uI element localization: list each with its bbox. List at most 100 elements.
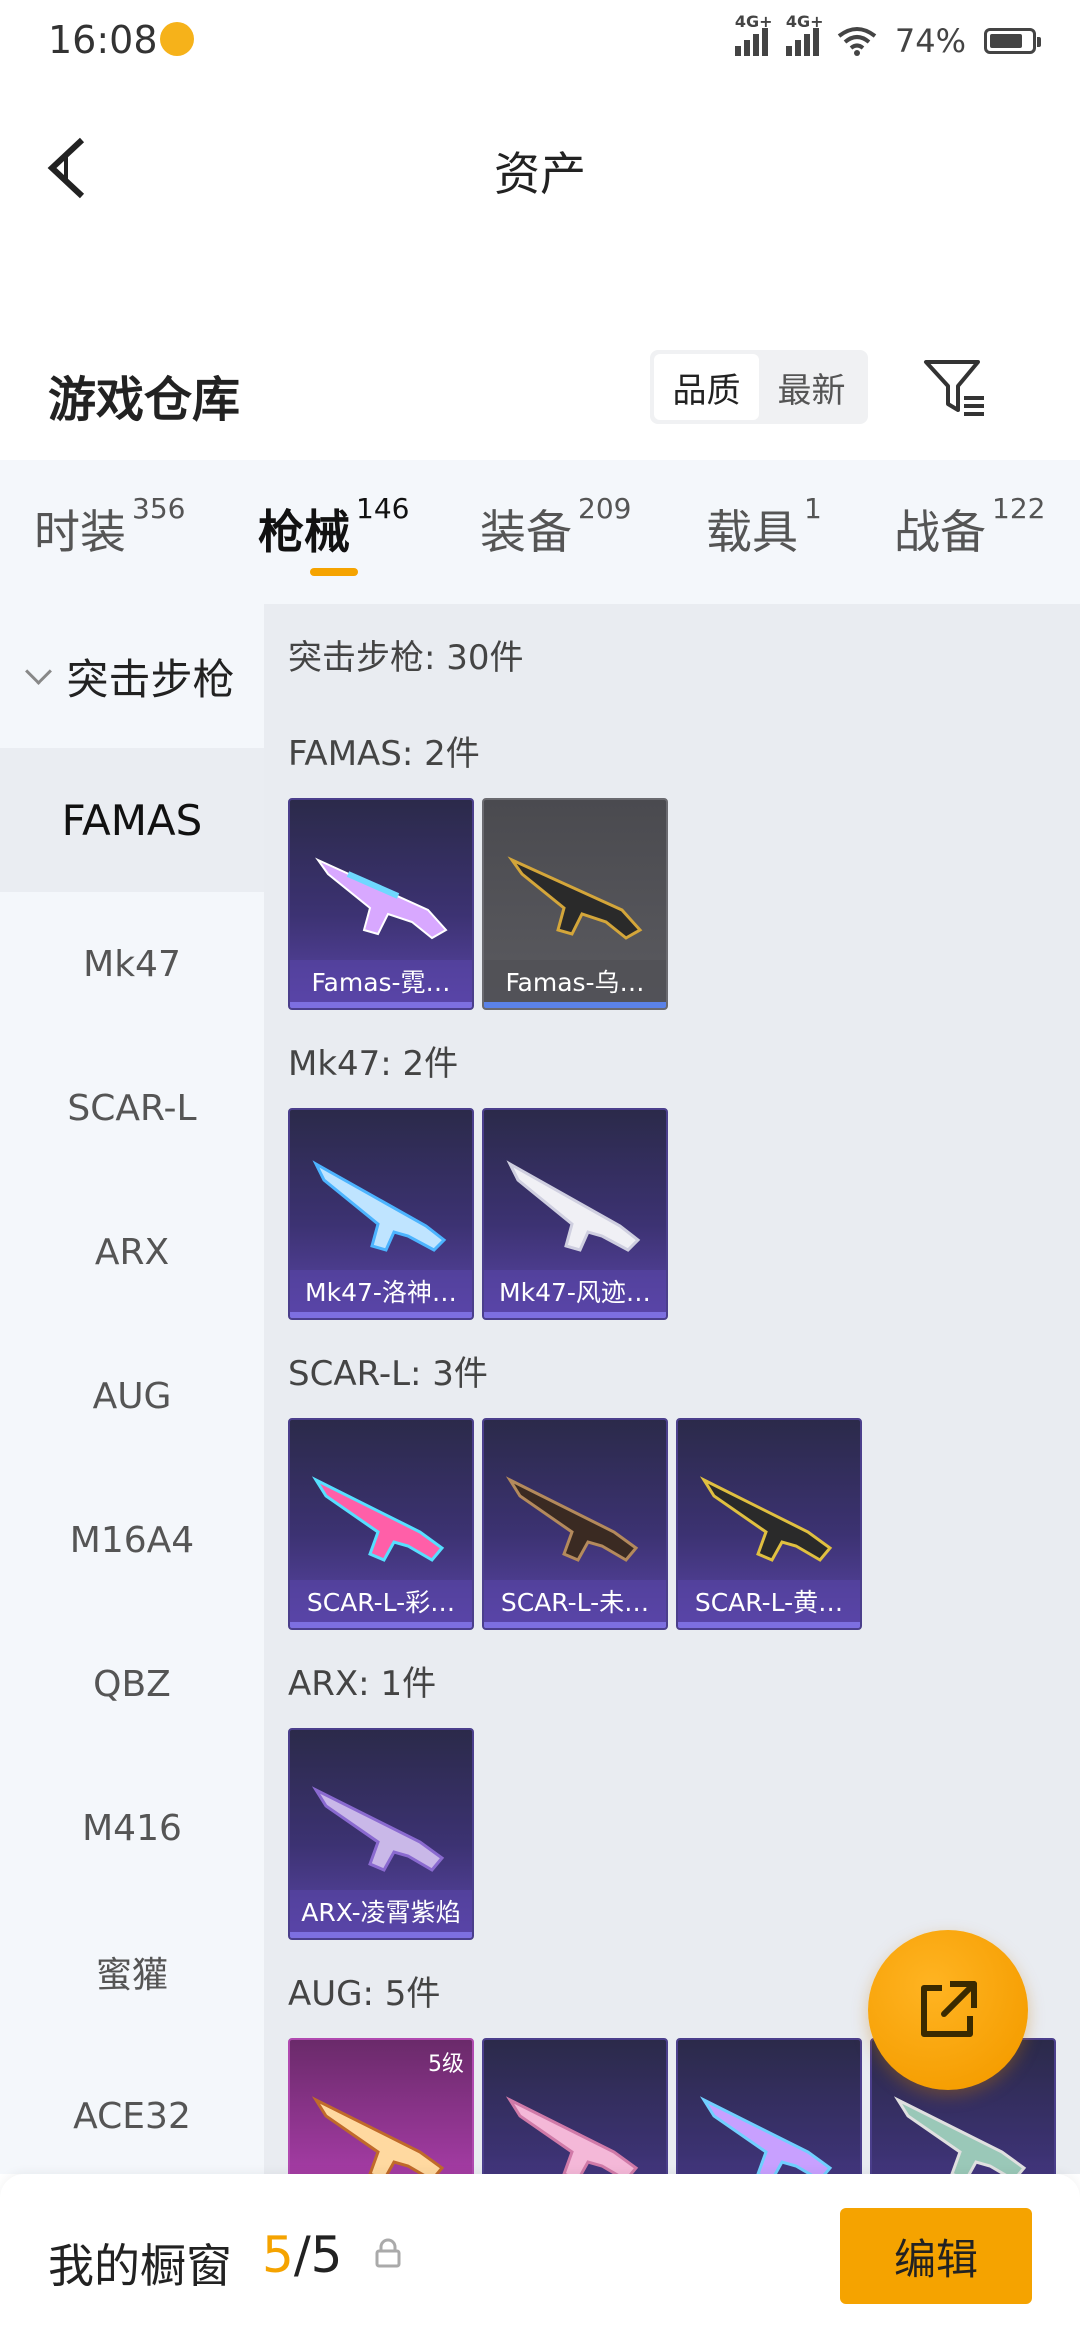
group-label-aug: AUG: 5件 [288,1974,441,2014]
tab-vehicles[interactable]: 载具 1 [706,492,822,562]
rifle-skin-image [312,1160,447,1252]
filter-icon[interactable] [920,352,990,422]
tab-label: 枪械 [258,505,350,559]
category-title: 突击步枪 [66,654,235,704]
nav-item-aug[interactable]: AUG [0,1324,264,1468]
rifle-skin-image [311,2096,445,2174]
weapon-card[interactable]: 5级 [288,2038,474,2174]
sort-newest-option[interactable]: 最新 [759,354,864,420]
weapon-name: Mk47-洛神… [290,1270,472,1312]
nav-item-famas[interactable]: FAMAS [0,748,264,892]
weapon-card[interactable]: Famas-乌… [482,798,668,1010]
rarity-bar [484,1002,666,1008]
nav-item-arx[interactable]: ARX [0,1180,264,1324]
weapon-name: Famas-乌… [484,960,666,1002]
tab-weapons[interactable]: 枪械 146 [258,492,409,562]
weapon-card[interactable]: Mk47-洛神… [288,1108,474,1320]
rarity-bar [678,1622,860,1628]
rifle-skin-image [699,1476,833,1562]
app-notification-icon [160,22,194,56]
tab-label: 载具 [706,505,798,559]
group-label-famas: FAMAS: 2件 [288,734,480,774]
section-total: 突击步枪: 30件 [288,638,524,678]
weapon-name: SCAR-L-黄… [678,1580,860,1622]
showcase-label: 我的橱窗 [48,2239,232,2293]
rifle-skin-image [506,1160,641,1252]
tab-label: 战备 [894,505,986,559]
weapon-card[interactable]: ARX-凌霄紫焰 [288,1728,474,1940]
tab-count: 356 [132,492,186,525]
group-label-mk47: Mk47: 2件 [288,1044,459,1084]
weapon-card[interactable]: Famas-霓… [288,798,474,1010]
weapon-name: SCAR-L-彩… [290,1580,472,1622]
signal-icon: 4G+ [734,12,773,56]
tab-count: 122 [992,492,1046,525]
rifle-skin-image [507,856,643,940]
tab-count: 209 [578,492,632,525]
rifle-skin-image [505,1476,639,1562]
weapon-name: SCAR-L-未… [484,1580,666,1622]
nav-item-mk47[interactable]: Mk47 [0,892,264,1036]
battery-icon [984,28,1041,54]
showcase-count-total: 5 [310,2226,343,2284]
nav-item-m16a4[interactable]: M16A4 [0,1468,264,1612]
status-bar: 16:08 4G+ 4G+ 74% [0,0,1080,84]
active-tab-indicator [310,568,358,576]
weapon-card[interactable] [676,2038,862,2174]
sort-toggle: 品质 最新 [650,350,868,424]
rarity-bar [484,1622,666,1628]
status-icons: 4G+ 4G+ 74% [734,12,1041,60]
rarity-bar [484,1312,666,1318]
nav-item-m416[interactable]: M416 [0,1756,264,1900]
signal-label: 4G+ [734,12,773,31]
tab-label: 时装 [34,505,126,559]
rarity-bar [290,1622,472,1628]
group-label-scar-l: SCAR-L: 3件 [288,1354,488,1394]
lock-icon [375,2238,401,2268]
category-tabs: 时装 356 枪械 146 装备 209 载具 1 战备 122 [0,460,1080,604]
showcase-count: 5/5 [262,2226,342,2284]
group-label-arx: ARX: 1件 [288,1664,437,1704]
nav-item-scar-l[interactable]: SCAR-L [0,1036,264,1180]
tab-gear[interactable]: 战备 122 [894,492,1045,562]
nav-item-ace32[interactable]: ACE32 [0,2044,264,2188]
page-title: 资产 [494,147,586,201]
nav-item-honey-badger[interactable]: 蜜獾 [0,1900,264,2044]
status-time: 16:08 [48,18,158,62]
rifle-skin-image [315,857,448,940]
weapon-card[interactable]: SCAR-L-彩… [288,1418,474,1630]
share-button[interactable] [868,1930,1028,2090]
rifle-skin-image [699,2096,833,2174]
weapon-category-nav: 突击步枪 FAMAS Mk47 SCAR-L ARX AUG M16A4 QBZ… [0,604,264,2174]
wifi-icon [837,27,877,56]
sort-quality-option[interactable]: 品质 [654,354,759,420]
rarity-bar [290,1932,472,1938]
weapon-card[interactable]: SCAR-L-未… [482,1418,668,1630]
rifle-skin-image [505,2096,639,2174]
weapon-name: Mk47-风迹… [484,1270,666,1312]
warehouse-title: 游戏仓库 [48,372,241,428]
tab-count: 1 [804,492,822,525]
chevron-down-icon [25,657,53,685]
tab-count: 146 [356,492,410,525]
battery-percent: 74% [894,22,966,60]
nav-item-qbz[interactable]: QBZ [0,1612,264,1756]
signal-icon: 4G+ [785,12,824,56]
weapon-card[interactable] [482,2038,668,2174]
showcase-count-current: 5 [262,2226,294,2284]
showcase-count-separator: / [293,2226,311,2284]
tab-fashion[interactable]: 时装 356 [34,492,185,562]
category-header[interactable]: 突击步枪 [0,604,264,748]
weapon-card[interactable]: SCAR-L-黄… [676,1418,862,1630]
edit-button[interactable]: 编辑 [840,2208,1032,2304]
weapon-name: Famas-霓… [290,960,472,1002]
share-icon [921,1981,977,2037]
weapon-card[interactable]: Mk47-风迹… [482,1108,668,1320]
signal-label: 4G+ [785,12,824,31]
rifle-skin-image [311,1476,445,1562]
tab-equipment[interactable]: 装备 209 [480,492,631,562]
rarity-bar [290,1002,472,1008]
rarity-bar [290,1312,472,1318]
tab-label: 装备 [480,505,572,559]
rifle-skin-image [311,1786,445,1872]
